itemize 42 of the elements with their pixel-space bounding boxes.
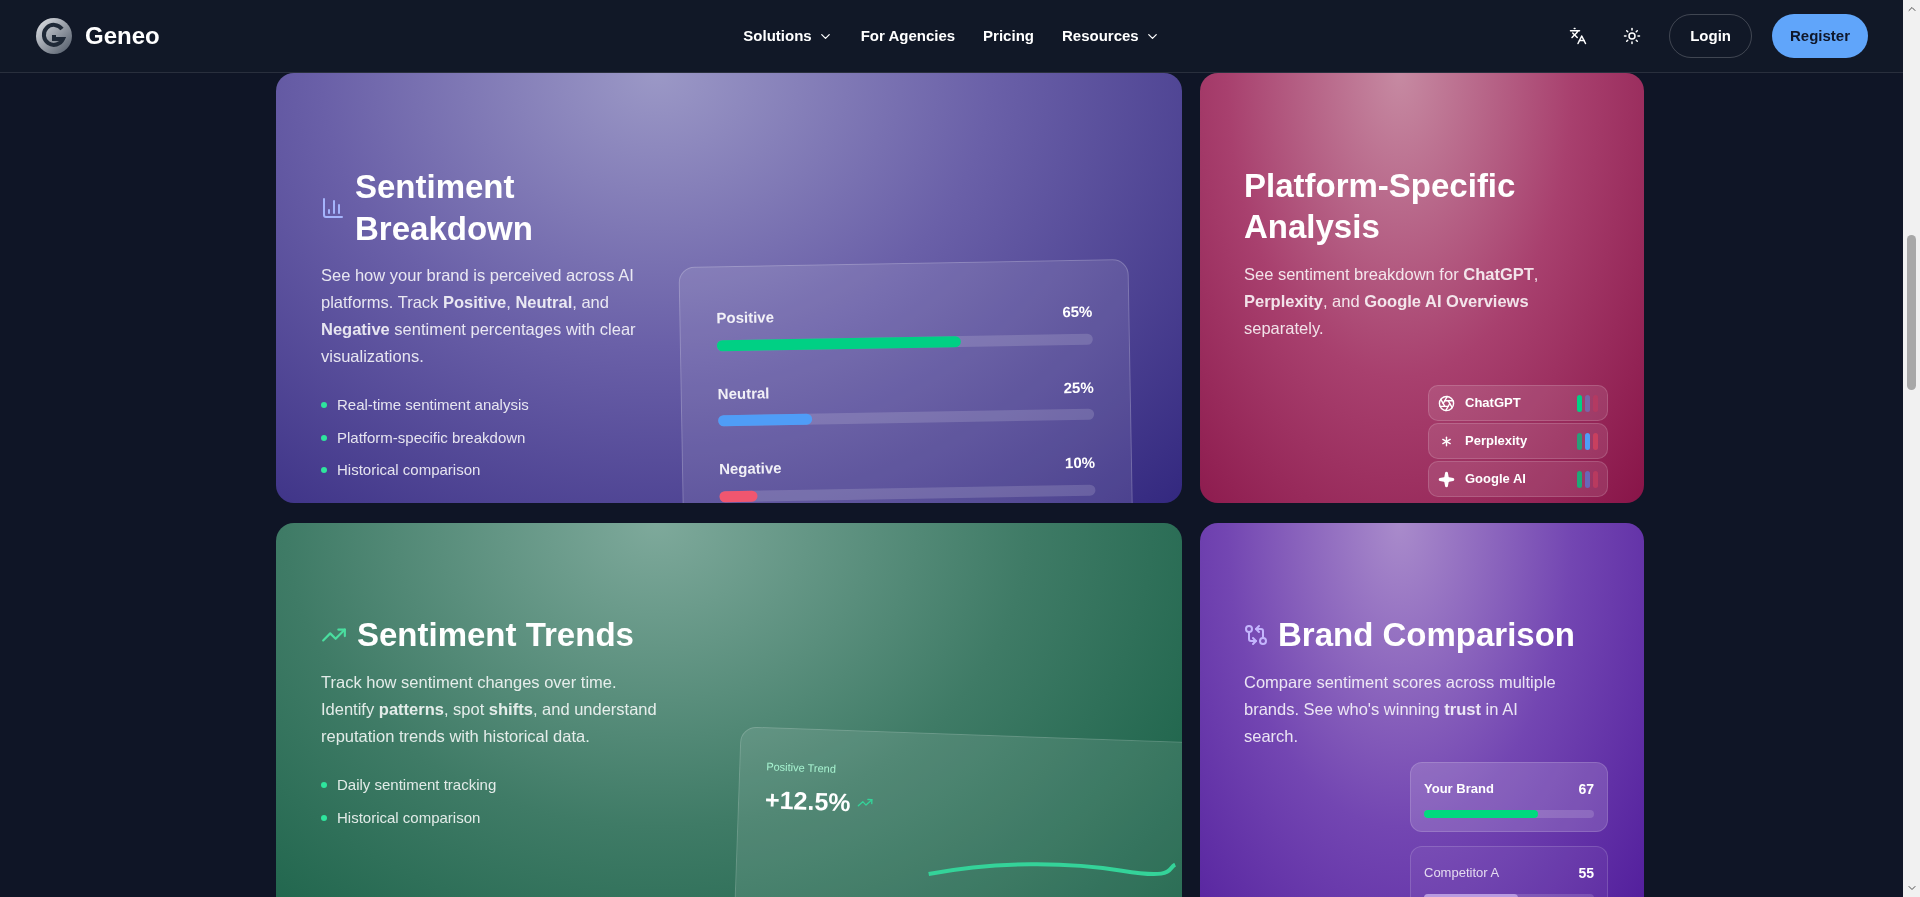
platform-row[interactable]: Perplexity [1428, 423, 1608, 459]
translate-icon [1569, 27, 1588, 45]
feature-text: Real-time sentiment analysis [337, 395, 529, 415]
logo-icon [35, 17, 73, 55]
register-button[interactable]: Register [1771, 14, 1868, 58]
trend-value: +12.5% [764, 783, 852, 818]
sentiment-label: Positive [716, 307, 775, 329]
brand-name: Geneo [85, 21, 160, 51]
feature-text: Historical comparison [337, 807, 481, 828]
sun-icon [1623, 27, 1642, 45]
card-title: Sentiment Trends [357, 615, 634, 655]
brand-name: Competitor A [1424, 864, 1500, 882]
feature-text: Historical comparison [337, 460, 481, 480]
scrollbar-thumb[interactable] [1907, 235, 1916, 390]
sentiment-percent: 25% [1063, 377, 1094, 398]
nav-link[interactable]: Pricing [983, 24, 1034, 48]
platform-row[interactable]: Google AI [1428, 461, 1608, 497]
card-description: See how your brand is perceived across AI platforms. Track Positive, Neutral, and Negative sentiment percentages with clear visualizations. [321, 265, 637, 367]
card-description: See sentiment breakdown for ChatGPT, Perplexity, and Google AI Overviews separately. [1244, 264, 1540, 339]
sentiment-label: Neutral [717, 382, 770, 404]
card-title: Brand Comparison [1278, 615, 1576, 655]
nav-link[interactable]: Solutions [743, 24, 833, 48]
feature-text: Daily sentiment tracking [337, 775, 497, 795]
compare-icon [1244, 623, 1268, 647]
scrollbar[interactable] [1903, 0, 1920, 897]
platform-row[interactable]: ChatGPT [1428, 385, 1608, 421]
nav-link[interactable]: For Agencies [860, 24, 956, 48]
brand-score: 55 [1578, 864, 1594, 883]
brand-name: Your Brand [1424, 780, 1494, 798]
feature-text: Platform-specific breakdown [337, 427, 526, 448]
card-title: Sentiment Breakdown [355, 167, 534, 249]
sentiment-percent: 65% [1062, 301, 1093, 323]
sentiment-label: Negative [718, 458, 782, 480]
bar-chart-icon [321, 196, 345, 220]
sentiment-percent: 10% [1064, 452, 1096, 474]
sparkle-icon [1438, 470, 1455, 488]
nav-link[interactable]: Resources [1061, 24, 1160, 48]
brand-score: 67 [1578, 780, 1594, 799]
card-title: Platform-Specific Analysis [1244, 166, 1517, 247]
card-description: Track how sentiment changes over time. Identify patterns, spot shifts, and understand reputation trends with historical data. [321, 672, 658, 747]
card-description: Compare sentiment scores across multiple brands. See who's winning trust in AI search. [1244, 672, 1557, 747]
trend-label: Positive Trend [766, 759, 838, 777]
